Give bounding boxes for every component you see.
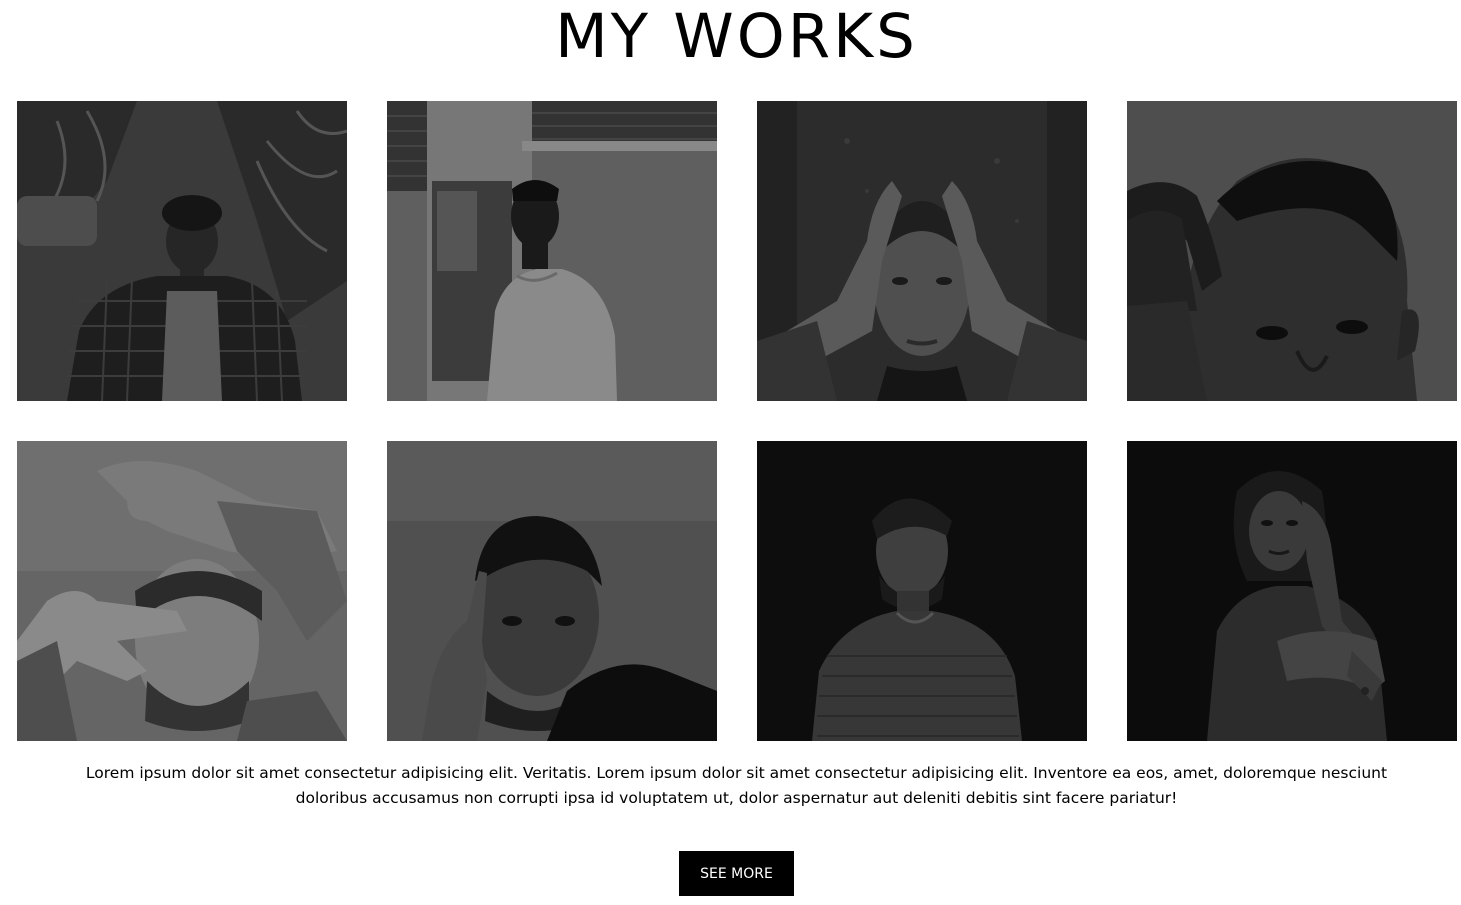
portrait-man-brick-wall-image [387,101,717,401]
gallery-photo-6[interactable] [387,441,717,741]
gallery-photo-7[interactable] [757,441,1087,741]
portrait-man-knit-sweater-image [757,441,1087,741]
gallery-photo-1[interactable] [17,101,347,401]
works-description: Lorem ipsum dolor sit amet consectetur a… [85,764,1388,807]
portrait-woman-hands-on-head-image [757,101,1087,401]
portrait-man-plaid-shirt-image [17,101,347,401]
gallery-photo-2[interactable] [387,101,717,401]
gallery-photo-4[interactable] [1127,101,1457,401]
gallery-photo-8[interactable] [1127,441,1457,741]
section-title: MY WORKS [555,1,918,72]
portrait-man-hand-forehead-image [1127,101,1457,401]
portrait-man-hands-over-eyes-image [17,441,347,741]
portrait-woman-arms-crossed-image [1127,441,1457,741]
gallery-photo-5[interactable] [17,441,347,741]
gallery-photo-3[interactable] [757,101,1087,401]
works-gallery [17,101,1457,741]
portrait-man-finger-temple-image [387,441,717,741]
see-more-button[interactable]: SEE MORE [679,851,794,896]
